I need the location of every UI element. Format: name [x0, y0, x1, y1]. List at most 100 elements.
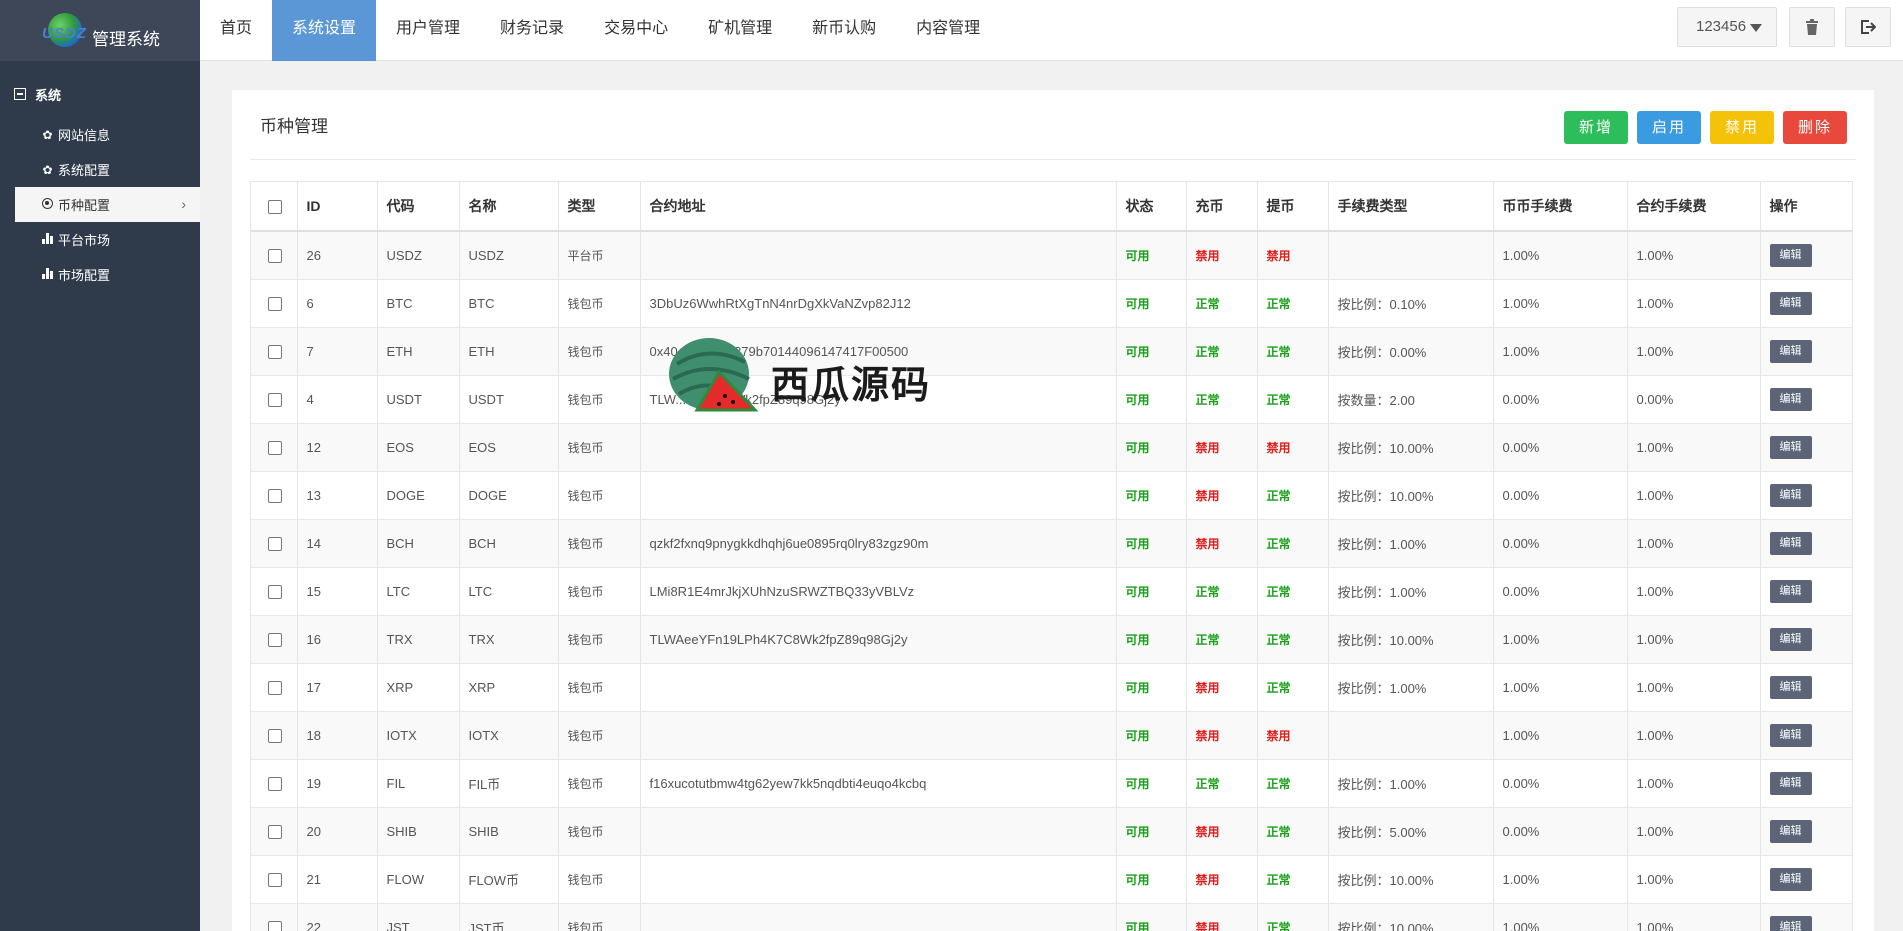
- cell-address: 0x40...A2F172879b70144096147417F00500: [640, 327, 1117, 376]
- edit-button[interactable]: 编辑: [1769, 387, 1812, 411]
- table-row[interactable]: 7 ETH ETH 钱包币 0x40...A2F172879b7014409614741…: [251, 327, 1852, 376]
- row-checkbox[interactable]: [268, 872, 282, 887]
- tab-miner-management[interactable]: 矿机管理: [688, 0, 792, 61]
- edit-button[interactable]: 编辑: [1769, 531, 1812, 555]
- column-header[interactable]: 状态: [1116, 182, 1187, 232]
- table-row[interactable]: 18 IOTX IOTX 钱包币 可用 禁用 禁用 1.00% 1.00% 编辑: [251, 711, 1852, 760]
- cell-id: 20: [297, 807, 378, 856]
- sidebar-item-system-config[interactable]: ✿ 系统配置: [0, 152, 200, 187]
- table-body: 26 USDZ USDZ 平台币 可用 禁用 禁用 1.00% 1.00% 编辑 6 BTC BTC 钱包…: [251, 231, 1852, 931]
- tab-trading-center[interactable]: 交易中心: [584, 0, 688, 61]
- column-header[interactable]: ID: [297, 182, 378, 232]
- cell-actions: 编辑: [1760, 711, 1852, 760]
- cell-actions: 编辑: [1760, 375, 1852, 424]
- table-row[interactable]: 26 USDZ USDZ 平台币 可用 禁用 禁用 1.00% 1.00% 编辑: [251, 231, 1852, 280]
- column-header[interactable]: 提币: [1257, 182, 1329, 232]
- column-header[interactable]: 合约地址: [640, 182, 1117, 232]
- delete-button[interactable]: 删除: [1783, 111, 1847, 144]
- edit-button[interactable]: 编辑: [1769, 627, 1812, 651]
- table-row[interactable]: 20 SHIB SHIB 钱包币 可用 禁用 正常 按比例：5.00% 0.00% 1.00% 编辑: [251, 807, 1852, 856]
- cell-address: [640, 903, 1117, 931]
- user-dropdown[interactable]: 123456: [1677, 7, 1777, 47]
- tab-finance-records[interactable]: 财务记录: [480, 0, 584, 61]
- edit-button[interactable]: 编辑: [1769, 483, 1812, 507]
- edit-button[interactable]: 编辑: [1769, 867, 1812, 891]
- row-checkbox[interactable]: [268, 824, 282, 839]
- column-header[interactable]: 名称: [459, 182, 559, 232]
- edit-button[interactable]: 编辑: [1769, 339, 1812, 363]
- sidebar-item-platform-market[interactable]: 平台市场: [0, 222, 200, 257]
- tab-home[interactable]: 首页: [200, 0, 272, 61]
- table-row[interactable]: 15 LTC LTC 钱包币 LMi8R1E4mrJkjXUhNzuSRWZTBQ33y…: [251, 567, 1852, 616]
- sidebar-item-coin-config[interactable]: 币种配置 ›: [15, 187, 200, 222]
- cell-status: 可用: [1116, 375, 1187, 424]
- cell-contract-fee: 1.00%: [1627, 567, 1761, 616]
- edit-button[interactable]: 编辑: [1769, 723, 1812, 747]
- row-checkbox[interactable]: [268, 728, 282, 743]
- sidebar-item-market-config[interactable]: 市场配置: [0, 257, 200, 292]
- table-row[interactable]: 21 FLOW FLOW币 钱包币 可用 禁用 正常 按比例：10.00% 1.00% 1.00%…: [251, 855, 1852, 904]
- column-header[interactable]: 类型: [558, 182, 641, 232]
- enable-button[interactable]: 启用: [1637, 111, 1701, 144]
- row-checkbox[interactable]: [268, 344, 282, 359]
- row-checkbox[interactable]: [268, 920, 282, 931]
- table-row[interactable]: 4 USDT USDT 钱包币 TLW...h4K7C8Wk2fpZ89q98Gj2y 可…: [251, 375, 1852, 424]
- cell-code: BCH: [377, 519, 460, 568]
- column-header[interactable]: 操作: [1760, 182, 1852, 232]
- sidebar-item-site-info[interactable]: ✿ 网站信息: [0, 117, 200, 152]
- row-checkbox[interactable]: [268, 536, 282, 551]
- divider: [250, 159, 1856, 160]
- select-all-checkbox[interactable]: [268, 200, 282, 215]
- tab-system-settings[interactable]: 系统设置: [272, 0, 377, 61]
- cell-type: 钱包币: [558, 855, 641, 904]
- tab-user-management[interactable]: 用户管理: [376, 0, 480, 61]
- table-row[interactable]: 6 BTC BTC 钱包币 3DbUz6WwhRtXgTnN4nrDgXkVaNZvp8…: [251, 279, 1852, 328]
- edit-button[interactable]: 编辑: [1769, 675, 1812, 699]
- clear-cache-button[interactable]: [1789, 7, 1835, 47]
- edit-button[interactable]: 编辑: [1769, 579, 1812, 603]
- row-checkbox[interactable]: [268, 392, 282, 407]
- cell-fee-type: 按比例：10.00%: [1328, 615, 1494, 664]
- cell-address: f16xucotutbmw4tg62yew7kk5nqdbti4euqo4kcb…: [640, 759, 1117, 808]
- cell-name: BTC: [459, 279, 559, 328]
- row-checkbox[interactable]: [268, 440, 282, 455]
- disable-button[interactable]: 禁用: [1710, 111, 1774, 144]
- add-button[interactable]: 新增: [1564, 111, 1628, 144]
- edit-button[interactable]: 编辑: [1769, 819, 1812, 843]
- table-row[interactable]: 12 EOS EOS 钱包币 可用 禁用 禁用 按比例：10.00% 0.00% 1.00% 编辑: [251, 423, 1852, 472]
- row-checkbox[interactable]: [268, 488, 282, 503]
- table-row[interactable]: 13 DOGE DOGE 钱包币 可用 禁用 正常 按比例：10.00% 0.00% 1.00% 编…: [251, 471, 1852, 520]
- tab-new-coin-subscription[interactable]: 新币认购: [792, 0, 896, 61]
- row-checkbox[interactable]: [268, 680, 282, 695]
- column-header[interactable]: 币币手续费: [1493, 182, 1628, 232]
- cell-contract-fee: 1.00%: [1627, 807, 1761, 856]
- table-row[interactable]: 14 BCH BCH 钱包币 qzkf2fxnq9pnygkkdhqhj6ue0895r…: [251, 519, 1852, 568]
- logout-button[interactable]: [1845, 7, 1891, 47]
- column-header[interactable]: 充币: [1186, 182, 1258, 232]
- row-checkbox[interactable]: [268, 296, 282, 311]
- table-row[interactable]: 19 FIL FIL币 钱包币 f16xucotutbmw4tg62yew7kk5nqd…: [251, 759, 1852, 808]
- table-row[interactable]: 16 TRX TRX 钱包币 TLWAeeYFn19LPh4K7C8Wk2fpZ89q9…: [251, 615, 1852, 664]
- cell-actions: 编辑: [1760, 807, 1852, 856]
- column-header[interactable]: 合约手续费: [1627, 182, 1761, 232]
- edit-button[interactable]: 编辑: [1769, 915, 1812, 931]
- cell-status: 可用: [1116, 615, 1187, 664]
- tab-content-management[interactable]: 内容管理: [896, 0, 1000, 61]
- edit-button[interactable]: 编辑: [1769, 243, 1812, 267]
- cell-coin-fee: 0.00%: [1493, 519, 1628, 568]
- row-checkbox[interactable]: [268, 249, 282, 264]
- table-row[interactable]: 17 XRP XRP 钱包币 可用 禁用 正常 按比例：1.00% 1.00% 1.00% 编辑: [251, 663, 1852, 712]
- logo[interactable]: USDZ 管理系统: [0, 0, 200, 61]
- table-row[interactable]: 22 JST JST币 钱包币 可用 禁用 正常 按比例：10.00% 1.00% 1.00% 编辑: [251, 903, 1852, 931]
- cell-contract-fee: 1.00%: [1627, 471, 1761, 520]
- row-checkbox[interactable]: [268, 632, 282, 647]
- row-checkbox[interactable]: [268, 776, 282, 791]
- edit-button[interactable]: 编辑: [1769, 435, 1812, 459]
- sidebar-group-system[interactable]: 系统: [0, 79, 200, 109]
- edit-button[interactable]: 编辑: [1769, 291, 1812, 315]
- cell-name: XRP: [459, 663, 559, 712]
- column-header[interactable]: 代码: [377, 182, 460, 232]
- row-checkbox[interactable]: [268, 584, 282, 599]
- column-header[interactable]: 手续费类型: [1328, 182, 1494, 232]
- edit-button[interactable]: 编辑: [1769, 771, 1812, 795]
